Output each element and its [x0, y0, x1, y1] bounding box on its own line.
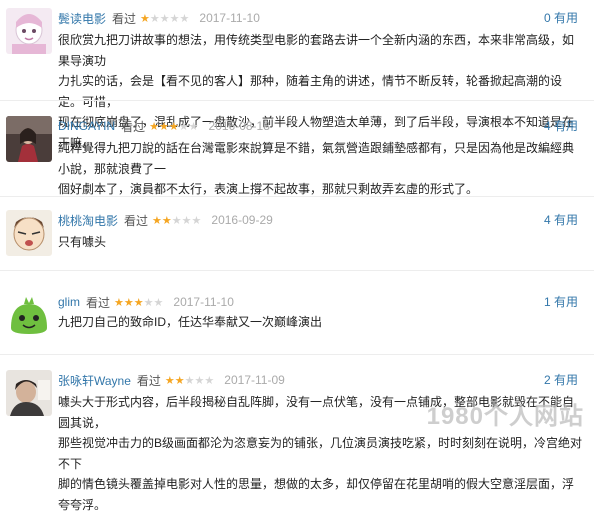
review-text: 純粹覺得九把刀說的話在台灣電影來說算是不錯，氣氛營造跟鋪墊感都有，只是因為他是改…: [58, 138, 583, 200]
star-empty-icon: ★: [204, 374, 215, 387]
review-text: 九把刀自己的致命ID，任达华奉献又一次巅峰演出: [58, 312, 583, 333]
useful-count-button[interactable]: 1 有用: [544, 292, 578, 312]
star-empty-icon: ★: [149, 12, 160, 25]
avatar[interactable]: [6, 370, 52, 416]
star-filled-icon: ★: [159, 120, 169, 133]
star-empty-icon: ★: [179, 12, 190, 25]
divider: [0, 354, 594, 355]
star-filled-icon: ★: [149, 120, 160, 133]
rating-stars: ★★★★★: [152, 214, 201, 227]
avatar[interactable]: [6, 292, 52, 338]
star-filled-icon: ★: [174, 374, 185, 387]
review-header: 鬓读电影 看过 ★★★★★ 2017-11-10: [58, 8, 260, 28]
star-empty-icon: ★: [181, 214, 192, 227]
review-header: DINGAYIN 看过 ★★★★★ 2016-08-18: [58, 116, 270, 136]
review-header: 桃桃淘电影 看过 ★★★★★ 2016-09-29: [58, 210, 273, 230]
review-item: 鬓读电影 看过 ★★★★★ 2017-11-10 0 有用 很欣赏九把刀讲故事的…: [0, 8, 594, 150]
star-filled-icon: ★: [140, 12, 150, 25]
star-empty-icon: ★: [171, 214, 182, 227]
review-line: 只有噱头: [58, 235, 107, 249]
avatar[interactable]: [6, 8, 52, 54]
useful-count-button[interactable]: 4 有用: [544, 116, 578, 136]
star-empty-icon: ★: [143, 296, 154, 309]
watched-label: 看过: [136, 373, 161, 388]
useful-count-button[interactable]: 0 有用: [544, 8, 578, 28]
star-empty-icon: ★: [194, 374, 205, 387]
rating-stars: ★★★★★: [114, 296, 163, 309]
rating-stars: ★★★★★: [140, 12, 189, 25]
star-empty-icon: ★: [188, 120, 199, 133]
review-line: 九把刀自己的致命ID，任达华奉献又一次巅峰演出: [58, 315, 323, 329]
useful-count-button[interactable]: 4 有用: [544, 210, 578, 230]
user-name-link[interactable]: 桃桃淘电影: [58, 212, 118, 229]
review-text: 只有噱头: [58, 232, 583, 253]
avatar[interactable]: [6, 210, 52, 256]
star-filled-icon: ★: [164, 374, 175, 387]
star-filled-icon: ★: [133, 296, 144, 309]
divider: [0, 270, 594, 271]
star-empty-icon: ★: [178, 120, 189, 133]
star-filled-icon: ★: [168, 120, 179, 133]
divider: [0, 100, 594, 101]
watched-label: 看过: [86, 295, 111, 310]
review-date: 2017-11-09: [224, 373, 285, 387]
divider: [0, 196, 594, 197]
star-filled-icon: ★: [114, 296, 124, 309]
rating-stars: ★★★★★: [165, 374, 214, 387]
review-header: glim 看过 ★★★★★ 2017-11-10: [58, 292, 234, 312]
star-empty-icon: ★: [169, 12, 180, 25]
review-date: 2017-11-10: [173, 295, 234, 309]
star-filled-icon: ★: [123, 296, 134, 309]
user-name-link[interactable]: 张咏轩Wayne: [58, 372, 131, 389]
review-date: 2016-09-29: [211, 213, 273, 227]
review-date: 2017-11-10: [199, 11, 260, 25]
user-name-link[interactable]: 鬓读电影: [58, 10, 106, 27]
rating-stars: ★★★★★: [149, 120, 198, 133]
watched-label: 看过: [121, 119, 146, 134]
star-empty-icon: ★: [159, 12, 170, 25]
review-item: DINGAYIN 看过 ★★★★★ 2016-08-18 4 有用 純粹覺得九把…: [0, 116, 594, 196]
star-filled-icon: ★: [152, 214, 162, 227]
avatar[interactable]: [6, 116, 52, 162]
star-empty-icon: ★: [191, 214, 202, 227]
star-empty-icon: ★: [184, 374, 195, 387]
user-name-link[interactable]: DINGAYIN: [58, 119, 115, 133]
review-line: 力扎实的话，会是【看不见的客人】那种，随着主角的讲述，情节不断反转，轮番掀起高潮…: [58, 74, 563, 109]
review-header: 张咏轩Wayne 看过 ★★★★★ 2017-11-09: [58, 370, 285, 390]
review-line: 很欣赏九把刀讲故事的想法，用传统类型电影的套路去讲一个全新内涵的东西，本来非常高…: [58, 33, 575, 68]
review-line: 純粹覺得九把刀說的話在台灣電影來說算是不錯，氣氛營造跟鋪墊感都有，只是因為他是改…: [58, 141, 575, 176]
useful-count-button[interactable]: 2 有用: [544, 370, 578, 390]
review-line: 脚的情色镜头覆盖掉电影对人性的思量，想做的太多，却仅停留在花里胡哨的假大空意淫层…: [58, 477, 575, 512]
watched-label: 看过: [124, 213, 149, 228]
review-item: 桃桃淘电影 看过 ★★★★★ 2016-09-29 4 有用 只有噱头: [0, 210, 594, 260]
site-watermark: 1980个人网站: [426, 403, 584, 430]
star-empty-icon: ★: [153, 296, 164, 309]
review-item: glim 看过 ★★★★★ 2017-11-10 1 有用 九把刀自己的致命ID…: [0, 292, 594, 342]
star-filled-icon: ★: [161, 214, 172, 227]
watched-label: 看过: [112, 11, 137, 26]
user-name-link[interactable]: glim: [58, 295, 80, 309]
review-date: 2016-08-18: [208, 119, 270, 133]
review-line: 那些视觉冲击力的B级画面都沦为恣意妄为的铺张，几位演员演技吃紧，时时刻刻在说明，…: [58, 436, 583, 471]
